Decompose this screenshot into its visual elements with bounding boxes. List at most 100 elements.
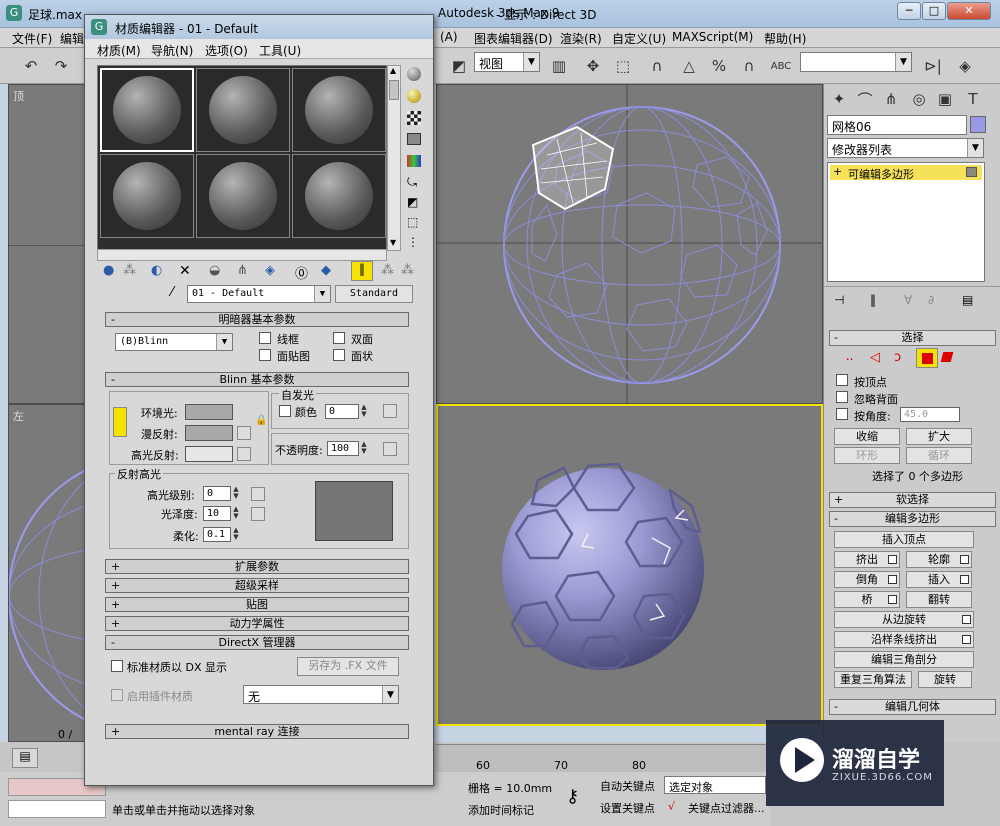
specular-map-button[interactable] — [237, 447, 251, 461]
lock-icon[interactable]: 🔒 — [255, 415, 267, 426]
enable-plugin-checkbox[interactable] — [111, 689, 123, 701]
reset-map-icon[interactable]: ✕ — [179, 263, 191, 279]
ignore-backfacing-checkbox[interactable] — [836, 391, 848, 403]
redo-icon[interactable]: ↷ — [48, 53, 74, 79]
scroll-up-icon[interactable]: ▲ — [390, 66, 396, 75]
flip-button[interactable]: 翻转 — [906, 591, 972, 608]
menu-help[interactable]: 帮助(H) — [764, 30, 806, 47]
mirror-icon[interactable]: ⊳| — [920, 53, 946, 79]
uv-tiling-icon[interactable] — [407, 133, 421, 145]
sample-type-icon[interactable] — [407, 67, 421, 81]
diffuse-color-swatch[interactable] — [185, 425, 233, 441]
inset-button[interactable]: 插入 — [906, 571, 972, 588]
spinner-arrows-icon[interactable]: ▲ ▼ — [231, 506, 241, 521]
wire-checkbox[interactable] — [259, 332, 271, 344]
lock-ambient-diffuse-icon[interactable] — [113, 407, 127, 437]
menu-file[interactable]: 文件(F) — [12, 30, 52, 47]
retriangulate-button[interactable]: 重复三角算法 — [834, 671, 912, 688]
set-key-button[interactable]: 设置关键点 — [600, 800, 655, 816]
spec-level-map-button[interactable] — [251, 487, 265, 501]
settings-icon[interactable] — [960, 575, 969, 584]
spinner-arrows-icon[interactable]: ▲ ▼ — [359, 404, 369, 419]
key-mode-combo[interactable]: 选定对象 — [664, 776, 766, 794]
maximize-button[interactable]: □ — [922, 2, 946, 20]
rollout-mental-ray[interactable]: + mental ray 连接 — [105, 724, 409, 739]
remove-modifier-icon[interactable]: ∂ — [928, 293, 934, 307]
named-selection-combo[interactable]: ▼ — [800, 52, 912, 72]
sample-slot-6[interactable] — [292, 154, 386, 238]
stack-item-editable-poly[interactable]: + 可编辑多边形 — [830, 165, 982, 181]
self-illum-map-button[interactable] — [383, 404, 397, 418]
soften-spinner[interactable]: 0.1 — [203, 527, 231, 542]
sample-slot-4[interactable] — [100, 154, 194, 238]
video-color-check-icon[interactable] — [407, 155, 421, 167]
put-to-library-icon[interactable]: ◈ — [265, 263, 275, 278]
key-filters-button[interactable]: 关键点过滤器... — [688, 800, 765, 816]
keyboard-shortcut-icon[interactable]: ⬚ — [610, 53, 636, 79]
spinner-arrows-icon[interactable]: ▲ ▼ — [359, 441, 369, 456]
align-icon[interactable]: ◈ — [952, 53, 978, 79]
close-button[interactable]: ✕ — [947, 2, 991, 20]
rollout-selection[interactable]: - 选择 — [829, 330, 996, 346]
shrink-button[interactable]: 收缩 — [834, 428, 900, 445]
dx-display-checkbox[interactable] — [111, 660, 123, 672]
spinner-arrows-icon[interactable]: ▲ ▼ — [231, 486, 241, 501]
faceted-checkbox[interactable] — [333, 349, 345, 361]
show-map-in-viewport-icon[interactable]: ◆ — [321, 263, 331, 278]
menu-maxscript[interactable]: MAXScript(M) — [672, 30, 753, 44]
select-by-material-icon[interactable]: ⬚ — [407, 215, 418, 229]
ambient-color-swatch[interactable] — [185, 404, 233, 420]
sample-slot-3[interactable] — [292, 68, 386, 152]
bridge-button[interactable]: 桥 — [834, 591, 900, 608]
shader-type-combo[interactable]: (B)Blinn ▼ — [115, 333, 233, 351]
ring-button[interactable]: 环形 — [834, 447, 900, 464]
pin-stack-icon[interactable]: ⊣ — [834, 293, 844, 307]
make-unique-icon[interactable]: ∀ — [904, 293, 912, 307]
object-name-field[interactable]: 网格06 — [827, 115, 967, 135]
loop-button[interactable]: 循环 — [906, 447, 972, 464]
turn-button[interactable]: 旋转 — [918, 671, 972, 688]
self-illum-color-checkbox[interactable] — [279, 405, 291, 417]
settings-icon[interactable] — [962, 635, 971, 644]
two-sided-checkbox[interactable] — [333, 332, 345, 344]
options-icon[interactable]: ◩ — [407, 195, 418, 209]
make-unique-icon[interactable]: ⋔ — [237, 263, 248, 278]
hinge-from-edge-button[interactable]: 从边旋转 — [834, 611, 974, 628]
spec-level-spinner[interactable]: 0 — [203, 486, 231, 501]
show-end-result-icon[interactable]: ‖ — [870, 293, 876, 307]
grow-button[interactable]: 扩大 — [906, 428, 972, 445]
rollout-dynamics[interactable]: + 动力学属性 — [105, 616, 409, 631]
sample-slot-2[interactable] — [196, 68, 290, 152]
mini-listener-icon[interactable]: ▤ — [12, 748, 38, 768]
opacity-spinner[interactable]: 100 — [327, 441, 359, 456]
face-map-checkbox[interactable] — [259, 349, 271, 361]
slots-scrollbar[interactable]: ▲ ▼ — [387, 65, 401, 251]
slots-hscrollbar[interactable] — [97, 249, 387, 261]
rollout-directx[interactable]: - DirectX 管理器 — [105, 635, 409, 650]
make-preview-icon[interactable]: ⤿ — [407, 175, 417, 190]
bevel-button[interactable]: 倒角 — [834, 571, 900, 588]
sample-slot-1[interactable] — [100, 68, 194, 152]
specular-color-swatch[interactable] — [185, 446, 233, 462]
pick-material-icon[interactable]: ⁄ — [171, 285, 173, 300]
edit-triangulation-button[interactable]: 编辑三角剖分 — [834, 651, 974, 668]
menu-graph-editors[interactable]: 图表编辑器(D) — [474, 30, 553, 47]
snap-3d-icon[interactable]: ∩ — [644, 53, 670, 79]
element-mode-icon[interactable] — [940, 352, 954, 362]
insert-vertex-button[interactable]: 插入顶点 — [834, 531, 974, 548]
outline-button[interactable]: 轮廓 — [906, 551, 972, 568]
menu-animation[interactable]: (A) — [440, 30, 458, 44]
show-end-result-icon[interactable]: ‖ — [351, 261, 373, 281]
material-id-icon[interactable]: ⓪ — [295, 263, 308, 282]
polygon-mode-button[interactable] — [916, 348, 938, 368]
viewport-top-left-strip[interactable]: 顶 — [8, 84, 89, 404]
rollout-shader-basic[interactable]: - 明暗器基本参数 — [105, 312, 409, 327]
rollout-soft-selection[interactable]: + 软选择 — [829, 492, 996, 508]
auto-key-button[interactable]: 自动关键点 — [600, 778, 655, 794]
menu-utilities[interactable]: 工具(U) — [259, 42, 301, 59]
menu-material[interactable]: 材质(M) — [97, 42, 141, 59]
settings-icon[interactable] — [888, 595, 897, 604]
spinner-snap-icon[interactable]: ∩ — [736, 53, 762, 79]
save-fx-button[interactable]: 另存为 .FX 文件 — [297, 657, 399, 676]
hierarchy-tab-icon[interactable]: ⋔ — [878, 86, 904, 112]
